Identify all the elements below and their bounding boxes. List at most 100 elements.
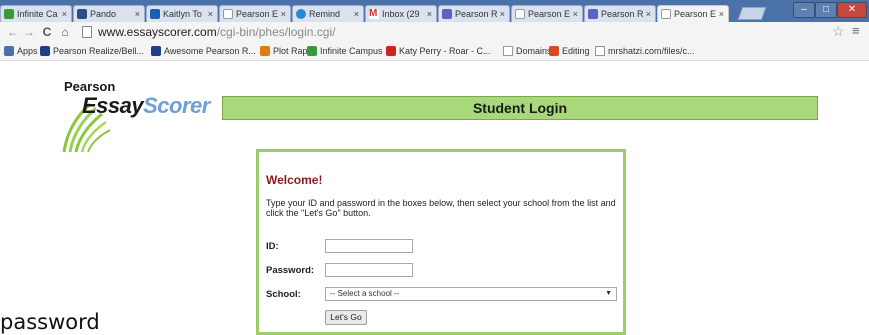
tab-pandora[interactable]: Pando × — [73, 5, 145, 22]
header-bar: Student Login — [222, 96, 818, 120]
back-arrow-icon[interactable]: ← — [6, 24, 20, 40]
overlay-caption: password — [0, 310, 100, 334]
new-tab-button[interactable] — [737, 7, 767, 20]
bookmark-label: Plot Rap — [273, 46, 308, 56]
lets-go-button[interactable]: Let's Go — [325, 310, 367, 325]
bookmark-star-icon[interactable]: ☆ — [832, 23, 845, 40]
page-icon — [661, 9, 671, 19]
page-icon — [223, 9, 233, 19]
password-label: Password: — [266, 265, 315, 276]
menu-icon[interactable]: ≡ — [852, 23, 860, 38]
pearson-icon — [40, 46, 50, 56]
tab-pearson-essay-active[interactable]: Pearson E × — [657, 5, 729, 22]
close-icon[interactable]: × — [646, 6, 651, 22]
bookmark-label: Infinite Campus — [320, 46, 383, 56]
logo-wordmark: EssayScorer — [82, 93, 210, 119]
browser-toolbar: ← → C ⌂ www.essayscorer.com/cgi-bin/phes… — [0, 22, 869, 43]
pearson-realize-icon — [442, 9, 452, 19]
outlook-icon — [150, 9, 160, 19]
tab-pearson-essay[interactable]: Pearson E × — [511, 5, 583, 22]
page-icon — [595, 46, 605, 56]
bookmark-label: Apps — [17, 46, 38, 56]
logo-pearson-text: Pearson — [64, 79, 116, 94]
id-label: ID: — [266, 241, 279, 252]
instructions-text: Type your ID and password in the boxes b… — [266, 198, 616, 218]
page-icon — [82, 26, 92, 38]
tab-label: Pando — [90, 9, 117, 19]
close-icon[interactable]: × — [500, 6, 505, 22]
page-icon — [503, 46, 513, 56]
bookmark-label: Katy Perry - Roar - C... — [399, 46, 491, 56]
pearson-icon — [151, 46, 161, 56]
window-close-button[interactable]: ✕ — [837, 2, 867, 18]
gmail-icon: M — [369, 8, 379, 19]
pearson-essayscorer-logo: Pearson EssayScorer — [60, 78, 225, 158]
editing-icon — [549, 46, 559, 56]
school-label: School: — [266, 289, 301, 300]
tab-pearson-realize[interactable]: Pearson R × — [438, 5, 510, 22]
close-icon[interactable]: × — [427, 6, 432, 22]
bookmark-infinite-campus[interactable]: Infinite Campus — [307, 46, 383, 57]
close-icon[interactable]: × — [208, 6, 213, 22]
bookmark-pearson-realize-bell[interactable]: Pearson Realize/Bell... — [40, 46, 144, 57]
tab-label: Pearson R — [601, 9, 644, 19]
youtube-icon — [386, 46, 396, 56]
infinite-campus-icon — [307, 46, 317, 56]
url-path: /cgi-bin/phes/login.cgi/ — [216, 25, 336, 39]
bookmark-plot-rap[interactable]: Plot Rap — [260, 46, 308, 57]
address-bar[interactable]: www.essayscorer.com/cgi-bin/phes/login.c… — [80, 24, 840, 41]
tab-label: Kaitlyn To — [163, 9, 202, 19]
tab-outlook[interactable]: Kaitlyn To × — [146, 5, 218, 22]
tab-label: Inbox (29 — [382, 9, 420, 19]
bookmark-label: Pearson Realize/Bell... — [53, 46, 145, 56]
close-icon[interactable]: × — [354, 6, 359, 22]
close-icon[interactable]: × — [62, 6, 67, 22]
bookmarks-bar: Apps Pearson Realize/Bell... Awesome Pea… — [0, 43, 869, 61]
school-select[interactable]: -- Select a school -- ▼ — [325, 287, 617, 301]
browser-tab-strip: Infinite Ca × Pando × Kaitlyn To × Pearson … — [0, 0, 869, 22]
bookmark-apps[interactable]: Apps — [4, 46, 38, 57]
close-icon[interactable]: × — [573, 6, 578, 22]
tab-label: Pearson E — [528, 9, 571, 19]
page-icon — [515, 9, 525, 19]
pandora-icon — [77, 9, 87, 19]
reload-icon[interactable]: C — [40, 24, 54, 40]
close-icon[interactable]: × — [719, 6, 724, 22]
minimize-button[interactable]: – — [793, 2, 815, 18]
bookmark-editing[interactable]: Editing — [549, 46, 590, 57]
remind-icon — [296, 9, 306, 19]
tab-label: Pearson R — [455, 9, 498, 19]
bookmark-katy-perry[interactable]: Katy Perry - Roar - C... — [386, 46, 491, 57]
password-field[interactable] — [325, 263, 413, 277]
tab-infinite-campus[interactable]: Infinite Ca × — [0, 5, 72, 22]
bookmark-domains[interactable]: Domains — [503, 46, 552, 57]
url-text: www.essayscorer.com/cgi-bin/phes/login.c… — [98, 25, 335, 39]
apps-grid-icon — [4, 46, 14, 56]
tab-remind[interactable]: Remind × — [292, 5, 364, 22]
close-icon[interactable]: × — [281, 6, 286, 22]
tab-label: Remind — [309, 9, 341, 19]
tab-label: Pearson E — [674, 9, 717, 19]
dropdown-arrow-icon: ▼ — [605, 290, 612, 297]
url-host: www.essayscorer.com — [98, 25, 217, 39]
close-icon[interactable]: × — [135, 6, 140, 22]
bookmark-label: Domains — [516, 46, 552, 56]
tab-pearson-realize[interactable]: Pearson R × — [584, 5, 656, 22]
page-title: Student Login — [472, 100, 568, 116]
plotrap-icon — [260, 46, 270, 56]
infinite-campus-icon — [4, 9, 14, 19]
logo-essay-text: Essay — [82, 93, 144, 118]
maximize-button[interactable]: □ — [815, 2, 837, 18]
bookmark-label: Editing — [562, 46, 590, 56]
id-field[interactable] — [325, 239, 413, 253]
login-form: Welcome! Type your ID and password in th… — [256, 149, 626, 335]
pearson-realize-icon — [588, 9, 598, 19]
tab-pearson-essay[interactable]: Pearson E × — [219, 5, 291, 22]
bookmark-awesome-pearson[interactable]: Awesome Pearson R... — [151, 46, 256, 57]
forward-arrow-icon[interactable]: → — [22, 24, 36, 40]
tab-label: Infinite Ca — [17, 9, 58, 19]
tab-gmail[interactable]: M Inbox (29 × — [365, 5, 437, 22]
welcome-heading: Welcome! — [266, 173, 323, 187]
home-icon[interactable]: ⌂ — [58, 24, 72, 40]
bookmark-mrshatzi[interactable]: mrshatzi.com/files/c... — [595, 46, 695, 57]
